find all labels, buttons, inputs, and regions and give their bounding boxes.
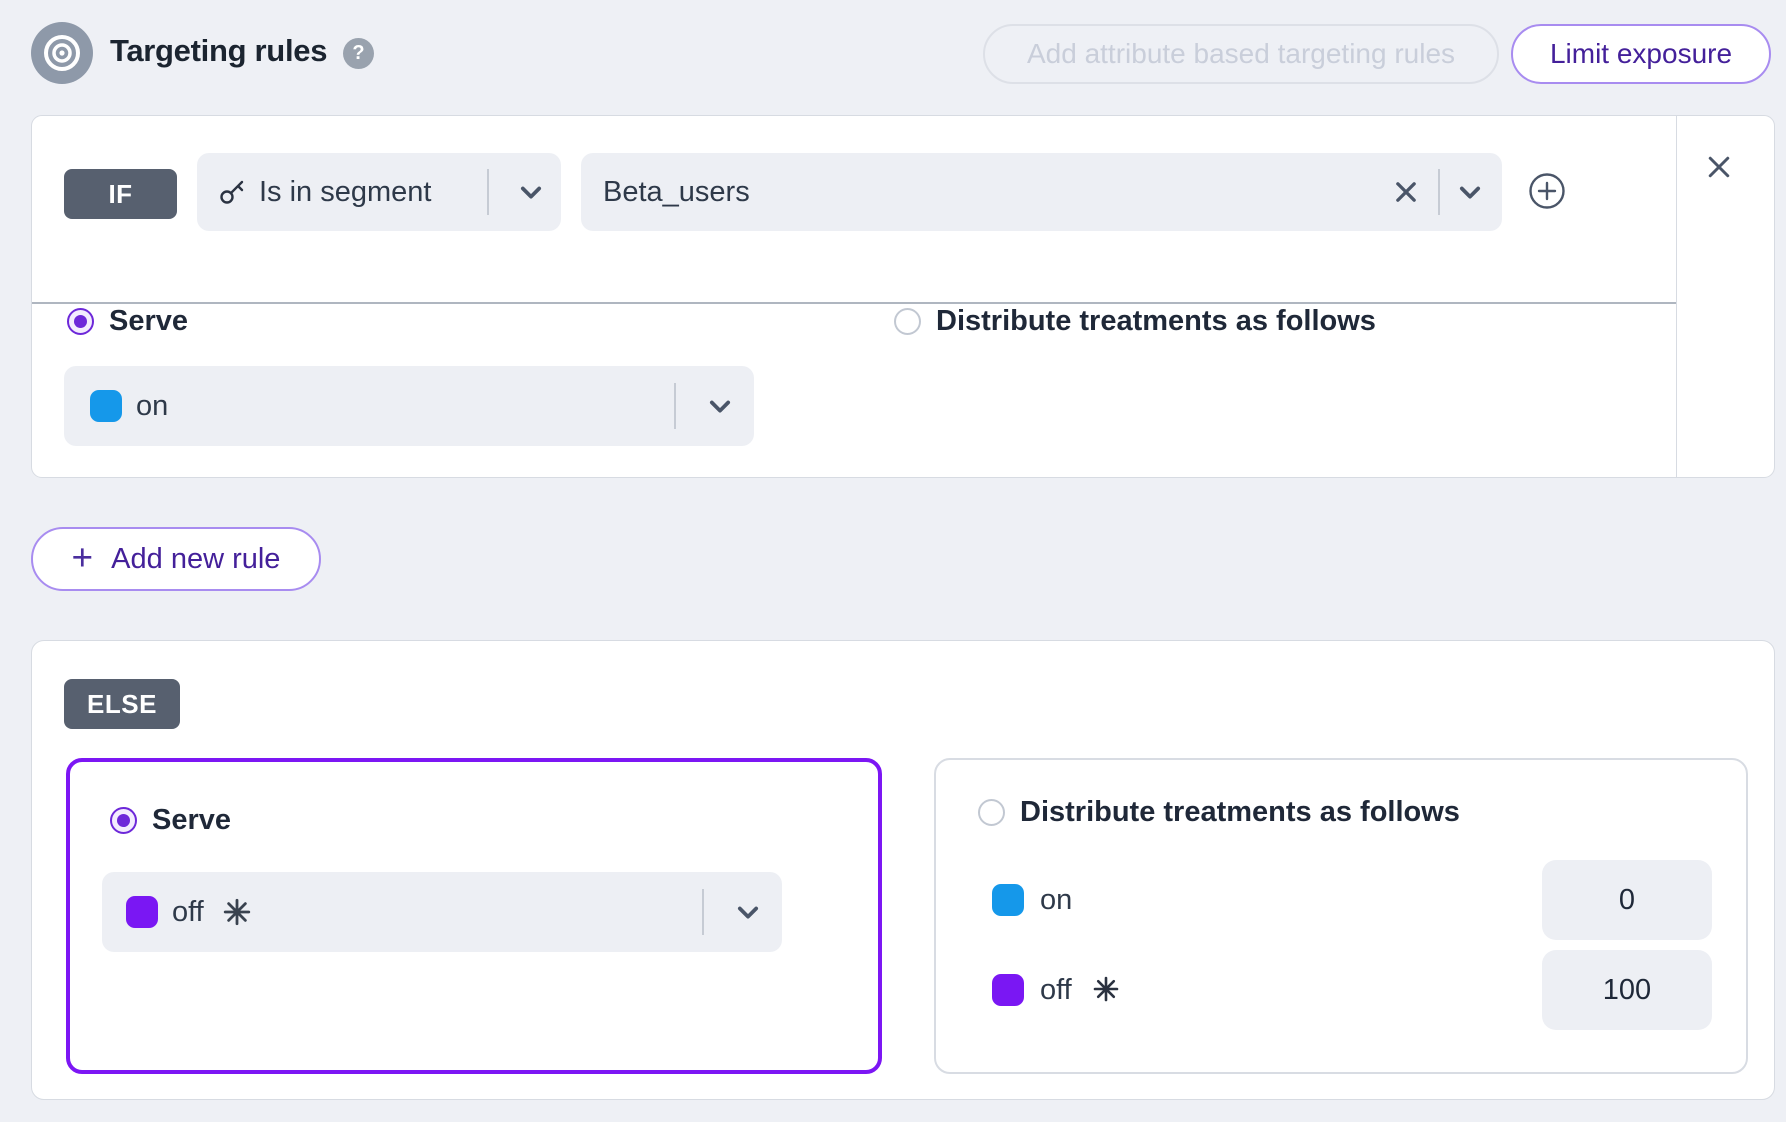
key-icon	[217, 177, 247, 207]
serve-radio[interactable]	[110, 807, 137, 834]
targeting-bullseye-icon	[31, 22, 93, 84]
else-rule-card: ELSE Serve off Distribute treatments as …	[31, 640, 1775, 1100]
chevron-down-icon[interactable]	[1456, 178, 1484, 206]
clear-icon[interactable]	[1392, 178, 1420, 206]
else-badge: ELSE	[64, 679, 180, 729]
matcher-select[interactable]: Is in segment	[197, 153, 561, 231]
chevron-down-icon[interactable]	[517, 178, 545, 206]
distribution-row: on	[992, 860, 1712, 940]
distribution-row: off	[992, 950, 1712, 1030]
matcher-label: Is in segment	[259, 176, 431, 209]
treatment-name: on	[1040, 884, 1072, 917]
percent-input[interactable]	[1542, 950, 1712, 1030]
default-asterisk-icon	[222, 897, 252, 927]
distribute-radio[interactable]	[978, 799, 1005, 826]
distribute-option[interactable]: Distribute treatments as follows	[894, 305, 1376, 338]
serve-option[interactable]: Serve	[67, 305, 188, 338]
serve-option[interactable]: Serve	[110, 804, 231, 837]
add-new-rule-label: Add new rule	[111, 543, 280, 576]
add-attribute-rules-button[interactable]: Add attribute based targeting rules	[983, 24, 1499, 84]
treatment-color-swatch	[126, 896, 158, 928]
treatment-color-swatch	[90, 390, 122, 422]
limit-exposure-button[interactable]: Limit exposure	[1511, 24, 1771, 84]
distribute-radio[interactable]	[894, 308, 921, 335]
divider	[674, 383, 676, 429]
add-condition-button[interactable]	[1528, 172, 1566, 210]
treatment-name: off	[1040, 974, 1072, 1007]
default-asterisk-icon	[1092, 975, 1122, 1005]
divider	[1438, 169, 1440, 215]
distribute-label: Distribute treatments as follows	[936, 305, 1376, 338]
divider	[702, 889, 704, 935]
treatment-name: off	[172, 896, 204, 929]
treatment-select[interactable]: off	[102, 872, 782, 952]
treatment-select[interactable]: on	[64, 366, 754, 446]
treatment-name: on	[136, 390, 168, 423]
serve-box: Serve off	[66, 758, 882, 1074]
help-icon[interactable]: ?	[343, 38, 374, 69]
serve-radio[interactable]	[67, 308, 94, 335]
distribute-label: Distribute treatments as follows	[1020, 796, 1460, 829]
chevron-down-icon[interactable]	[734, 898, 762, 926]
chevron-down-icon[interactable]	[706, 392, 734, 420]
page-title: Targeting rules	[110, 33, 327, 69]
distribute-box: Distribute treatments as follows on off	[934, 758, 1748, 1074]
close-rule-button[interactable]	[1704, 152, 1740, 188]
segment-value: Beta_users	[603, 176, 750, 209]
percent-input[interactable]	[1542, 860, 1712, 940]
treatment-color-swatch	[992, 884, 1024, 916]
divider	[1676, 116, 1677, 477]
treatment-color-swatch	[992, 974, 1024, 1006]
divider	[487, 169, 489, 215]
if-rule-card: IF Is in segment Beta_users	[31, 115, 1775, 478]
divider	[32, 302, 1676, 304]
serve-label: Serve	[152, 804, 231, 837]
if-badge: IF	[64, 169, 177, 219]
serve-label: Serve	[109, 305, 188, 338]
plus-icon: +	[72, 539, 94, 576]
distribute-option[interactable]: Distribute treatments as follows	[978, 796, 1460, 829]
add-new-rule-button[interactable]: + Add new rule	[31, 527, 321, 591]
segment-field[interactable]: Beta_users	[581, 153, 1502, 231]
